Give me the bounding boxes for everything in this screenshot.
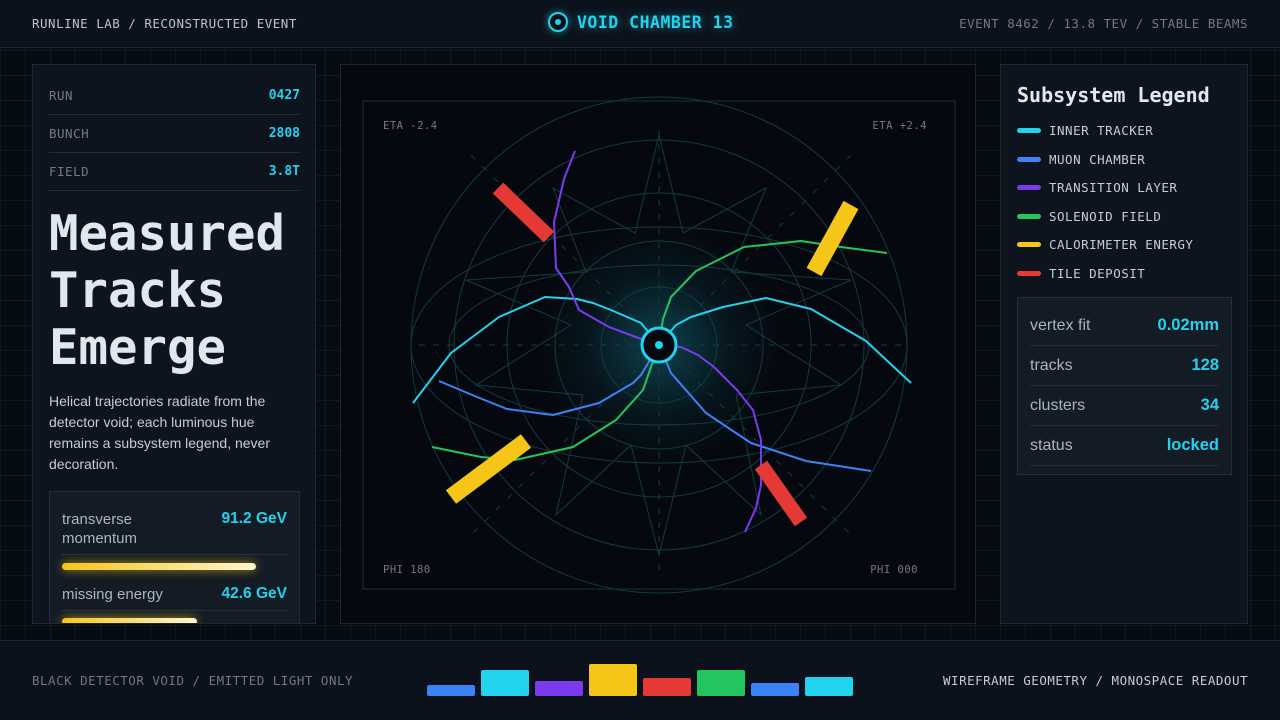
legend-item-inner-tracker[interactable]: INNER TRACKER <box>1017 123 1153 138</box>
legend-item-solenoid-field[interactable]: SOLENOID FIELD <box>1017 209 1161 224</box>
legend-item-transition-layer[interactable]: TRANSITION LAYER <box>1017 180 1177 195</box>
legend-title: Subsystem Legend <box>1017 83 1210 107</box>
stat-value: locked <box>1166 436 1219 454</box>
footer: BLACK DETECTOR VOID / EMITTED LIGHT ONLY… <box>0 640 1280 720</box>
legend-swatch <box>1017 271 1041 276</box>
top-bar: RUNLINE LAB / RECONSTRUCTED EVENT VOID C… <box>0 0 1280 48</box>
target-icon <box>548 12 568 32</box>
metric-transverse-momentum: transverse momentum 91.2 GeV <box>62 510 287 548</box>
stat-clusters: clusters 34 <box>1030 386 1219 426</box>
corner-label-top-right: ETA +2.4 <box>872 120 927 132</box>
description: Helical trajectories radiate from the de… <box>49 393 270 472</box>
detector-svg: ETA -2.4 ETA +2.4 PHI 180 PHI 000 <box>362 96 956 594</box>
strip-chip <box>697 670 745 696</box>
metric-value: 91.2 GeV <box>221 510 288 527</box>
event-display[interactable]: ETA -2.4 ETA +2.4 PHI 180 PHI 000 <box>340 64 976 624</box>
legend-label: INNER TRACKER <box>1049 123 1154 138</box>
corner-label-bottom-left: PHI 180 <box>383 564 431 576</box>
strip-chip <box>481 670 529 696</box>
metric-value: 42.6 GeV <box>221 585 288 602</box>
meta-key: FIELD <box>49 164 90 179</box>
divider <box>62 610 287 611</box>
metric-missing-energy: missing energy 42.6 GeV <box>62 585 287 604</box>
metric-label: missing energy <box>62 586 163 603</box>
run-info-panel: RUN 0427 BUNCH 2808 FIELD 3.8T Measured … <box>32 64 316 624</box>
stat-value: 34 <box>1200 396 1219 414</box>
stat-label: clusters <box>1030 396 1086 414</box>
legend-item-muon-chamber[interactable]: MUON CHAMBER <box>1017 152 1145 167</box>
legend-swatch <box>1017 214 1041 219</box>
legend-label: TILE DEPOSIT <box>1049 266 1146 281</box>
meta-row-bunch: BUNCH 2808 <box>49 115 300 153</box>
strip-chip <box>643 678 691 696</box>
headline-line: Tracks <box>49 262 227 319</box>
metrics-card: transverse momentum 91.2 GeV missing ene… <box>49 491 300 623</box>
legend-swatch <box>1017 157 1041 162</box>
headline-line: Emerge <box>49 319 227 376</box>
strip-chip <box>751 683 799 696</box>
legend-label: TRANSITION LAYER <box>1049 180 1178 195</box>
headline: Measured Tracks Emerge <box>49 205 311 376</box>
stat-tracks: tracks 128 <box>1030 346 1219 386</box>
stat-label: status <box>1030 436 1073 454</box>
legend-swatch <box>1017 242 1041 247</box>
stat-label: tracks <box>1030 356 1073 374</box>
legend-swatch <box>1017 185 1041 190</box>
metric-label: transverse momentum <box>62 511 138 547</box>
legend-panel: Subsystem Legend INNER TRACKER MUON CHAM… <box>1000 64 1248 624</box>
breadcrumb[interactable]: RUNLINE LAB / RECONSTRUCTED EVENT <box>32 16 297 31</box>
momentum-bar <box>62 563 256 570</box>
meta-key: RUN <box>49 88 74 103</box>
strip-chip <box>535 681 583 696</box>
tile-deposit[interactable] <box>492 182 555 243</box>
stat-value: 128 <box>1191 356 1219 374</box>
page-title-text: VOID CHAMBER 13 <box>577 12 734 32</box>
headline-line: Measured <box>49 205 286 262</box>
strip-chip <box>805 677 853 696</box>
missing-energy-bar <box>62 618 197 623</box>
calorimeter-energy-deposit[interactable] <box>806 200 859 277</box>
legend-swatch <box>1017 128 1041 133</box>
stats-card: vertex fit 0.02mm tracks 128 clusters 34… <box>1017 297 1232 475</box>
corner-label-bottom-right: PHI 000 <box>870 564 918 576</box>
meta-value: 0427 <box>268 88 300 103</box>
strip-chip <box>427 685 475 696</box>
legend-item-calorimeter-energy[interactable]: CALORIMETER ENERGY <box>1017 237 1193 252</box>
page-title: VOID CHAMBER 13 <box>548 12 734 32</box>
stat-status: status locked <box>1030 426 1219 466</box>
tile-deposit[interactable] <box>754 460 808 527</box>
stat-value: 0.02mm <box>1157 316 1219 334</box>
divider <box>62 554 287 555</box>
legend-label: CALORIMETER ENERGY <box>1049 237 1194 252</box>
meta-row-field: FIELD 3.8T <box>49 153 300 191</box>
legend-label: SOLENOID FIELD <box>1049 209 1162 224</box>
vertex-dot <box>655 341 663 349</box>
stat-vertex-fit: vertex fit 0.02mm <box>1030 306 1219 346</box>
event-info: EVENT 8462 / 13.8 TEV / STABLE BEAMS <box>959 16 1248 31</box>
stat-label: vertex fit <box>1030 316 1091 334</box>
footer-right-caption: WIREFRAME GEOMETRY / MONOSPACE READOUT <box>943 673 1248 688</box>
calorimeter-energy-deposit[interactable] <box>445 434 532 504</box>
meta-value: 2808 <box>268 126 300 141</box>
legend-item-tile-deposit[interactable]: TILE DEPOSIT <box>1017 266 1145 281</box>
meta-value: 3.8T <box>268 164 300 179</box>
strip-chip <box>589 664 637 696</box>
meta-row-run: RUN 0427 <box>49 77 300 115</box>
meta-key: BUNCH <box>49 126 90 141</box>
legend-label: MUON CHAMBER <box>1049 152 1146 167</box>
corner-label-top-left: ETA -2.4 <box>383 120 438 132</box>
